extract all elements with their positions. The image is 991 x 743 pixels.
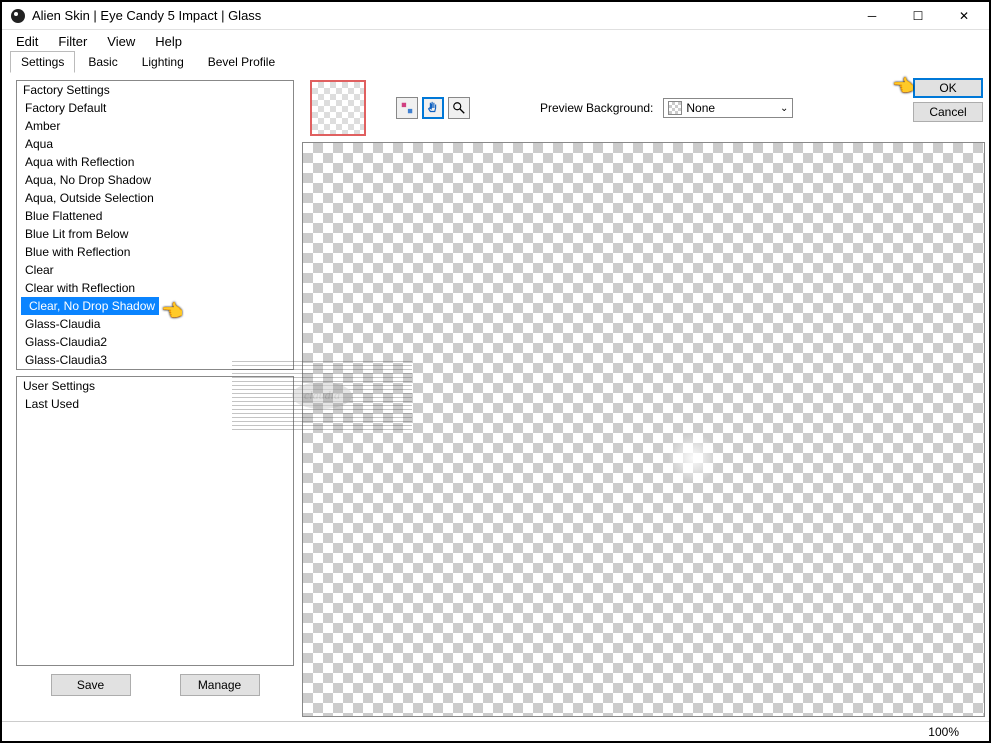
- factory-settings-list[interactable]: Factory Settings Factory Default Amber A…: [16, 80, 294, 370]
- tab-settings[interactable]: Settings: [10, 51, 75, 73]
- list-item[interactable]: Clear with Reflection: [17, 279, 293, 297]
- list-item-selected[interactable]: Clear, No Drop Shadow: [21, 297, 159, 315]
- menu-filter[interactable]: Filter: [50, 32, 95, 51]
- tool-hand-icon[interactable]: [422, 97, 444, 119]
- list-item[interactable]: Blue Flattened: [17, 207, 293, 225]
- statusbar: 100%: [2, 721, 989, 741]
- chevron-down-icon: ⌄: [780, 103, 788, 114]
- tabbar: Settings Basic Lighting Bevel Profile: [2, 52, 989, 74]
- tool-zoom-icon[interactable]: [448, 97, 470, 119]
- manage-button[interactable]: Manage: [180, 674, 260, 696]
- close-button[interactable]: ✕: [941, 2, 987, 30]
- list-item[interactable]: Aqua, No Drop Shadow: [17, 171, 293, 189]
- preview-thumbnail[interactable]: [310, 80, 366, 136]
- list-item[interactable]: Aqua, Outside Selection: [17, 189, 293, 207]
- list-item[interactable]: Factory Default: [17, 99, 293, 117]
- cancel-button[interactable]: Cancel: [913, 102, 983, 122]
- list-item[interactable]: Amber: [17, 117, 293, 135]
- list-item[interactable]: Glass-Claudia2: [17, 333, 293, 351]
- preview-canvas[interactable]: [302, 142, 985, 717]
- tool-eyedropper-icon[interactable]: [396, 97, 418, 119]
- checker-swatch-icon: [668, 101, 682, 115]
- titlebar: Alien Skin | Eye Candy 5 Impact | Glass …: [2, 2, 989, 30]
- tab-basic[interactable]: Basic: [77, 51, 128, 73]
- factory-list-header: Factory Settings: [17, 81, 293, 99]
- list-item[interactable]: Blue with Reflection: [17, 243, 293, 261]
- menu-help[interactable]: Help: [147, 32, 190, 51]
- glass-effect-preview: [668, 433, 718, 483]
- user-list-header: User Settings: [17, 377, 293, 395]
- list-item[interactable]: Last Used: [17, 395, 293, 413]
- list-item[interactable]: Blue Lit from Below: [17, 225, 293, 243]
- preview-area: Preview Background: None ⌄ 👉 OK Cancel: [302, 74, 989, 721]
- tab-lighting[interactable]: Lighting: [131, 51, 195, 73]
- zoom-level: 100%: [928, 725, 959, 739]
- tab-bevel-profile[interactable]: Bevel Profile: [197, 51, 286, 73]
- list-item[interactable]: Glass-Claudia: [17, 315, 293, 333]
- preview-bg-label: Preview Background:: [540, 101, 653, 115]
- maximize-button[interactable]: ☐: [895, 2, 941, 30]
- minimize-button[interactable]: ─: [849, 2, 895, 30]
- menubar: Edit Filter View Help: [2, 30, 989, 52]
- window-title: Alien Skin | Eye Candy 5 Impact | Glass: [32, 8, 849, 23]
- menu-view[interactable]: View: [99, 32, 143, 51]
- list-item[interactable]: Aqua: [17, 135, 293, 153]
- settings-panel: Factory Settings Factory Default Amber A…: [2, 74, 302, 721]
- list-item[interactable]: Aqua with Reflection: [17, 153, 293, 171]
- user-settings-list[interactable]: User Settings Last Used: [16, 376, 294, 666]
- preview-bg-dropdown[interactable]: None ⌄: [663, 98, 793, 118]
- save-button[interactable]: Save: [51, 674, 131, 696]
- preview-bg-value: None: [686, 101, 715, 115]
- ok-button[interactable]: 👉 OK: [913, 78, 983, 98]
- list-item[interactable]: Glass-Claudia3: [17, 351, 293, 369]
- list-item[interactable]: Clear: [17, 261, 293, 279]
- menu-edit[interactable]: Edit: [8, 32, 46, 51]
- app-icon: [10, 8, 26, 24]
